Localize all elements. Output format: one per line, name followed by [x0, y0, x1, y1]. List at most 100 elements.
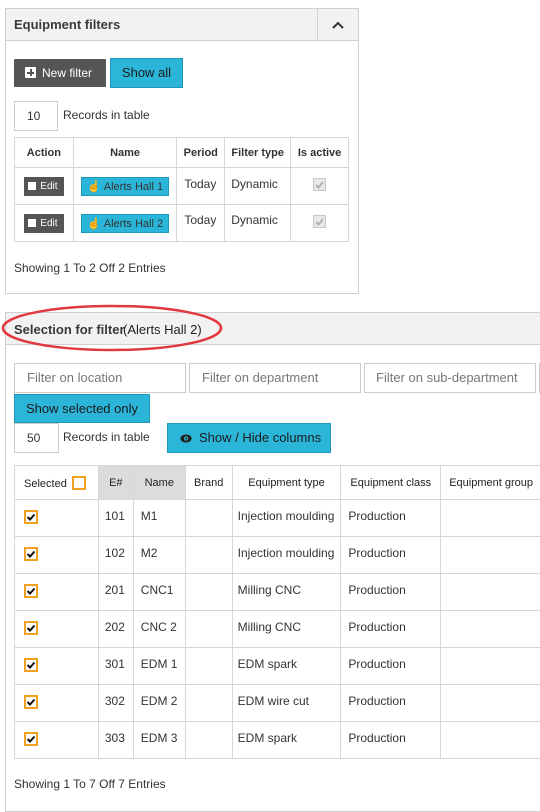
equipment-table: Selected E# Name Brand Equipment type Eq… [14, 465, 540, 759]
check-icon [26, 513, 36, 521]
col-equipment-class: Equipment class [340, 465, 442, 500]
col-selected: Selected [14, 465, 99, 500]
collapse-toggle[interactable] [317, 9, 358, 40]
selection-panel: Selection for filter (Alerts Hall 2) Fil… [5, 312, 540, 812]
check-icon [26, 550, 36, 558]
col-equipment-group: Equipment group [440, 465, 540, 500]
row-selected-checkbox[interactable] [24, 731, 38, 746]
edit-icon [28, 181, 37, 190]
row-selected-checkbox[interactable] [24, 620, 38, 635]
hand-pointer-icon: ☝ [87, 217, 101, 230]
eye-icon [180, 434, 192, 443]
is-active-checkbox[interactable] [313, 215, 327, 228]
row-selected-checkbox[interactable] [24, 509, 38, 524]
group-cell [440, 684, 540, 722]
show-hide-columns-button[interactable]: Show / Hide columns [167, 423, 331, 453]
equipment-filters-panel: Equipment filters New filter Show all 10… [5, 8, 359, 294]
edit-button[interactable]: Edit [24, 176, 64, 196]
edit-icon [28, 218, 37, 227]
col-name: Name [132, 465, 186, 500]
type-cell: Injection moulding [231, 536, 342, 574]
table-row: 201 CNC1 Milling CNC Production [14, 573, 540, 611]
selection-records-label: Records in table [63, 430, 150, 444]
table-row: 202 CNC 2 Milling CNC Production [14, 610, 540, 648]
type-cell: Milling CNC [231, 573, 342, 611]
col-filter-type: Filter type [224, 137, 292, 168]
table-row: Edit ☝ Alerts Hall 1 Today Dynamic [14, 167, 349, 205]
check-icon [26, 661, 36, 669]
col-action: Action [14, 137, 74, 168]
type-cell: Milling CNC [231, 610, 342, 648]
class-cell: Production [340, 684, 442, 722]
check-icon [315, 181, 324, 189]
highlight-ellipse [1, 304, 223, 352]
brand-cell [184, 721, 233, 759]
new-filter-label: New filter [42, 66, 93, 80]
class-cell: Production [340, 499, 442, 537]
records-per-page-label: Records in table [63, 108, 150, 122]
type-cell: Injection moulding [231, 499, 342, 537]
location-filter-input[interactable]: Filter on location [14, 363, 186, 393]
selection-records-value: 50 [27, 431, 41, 445]
row-selected-checkbox[interactable] [24, 583, 38, 598]
e-number-cell: 303 [97, 721, 134, 759]
class-cell: Production [340, 573, 442, 611]
e-number-cell: 202 [97, 610, 134, 648]
period-cell: Today [176, 204, 226, 242]
filters-table-footer: Showing 1 To 2 Off 2 Entries [14, 261, 166, 275]
edit-button[interactable]: Edit [24, 213, 64, 233]
selection-records-input[interactable]: 50 [14, 423, 59, 453]
e-number-cell: 301 [97, 647, 134, 685]
chevron-up-icon [332, 21, 344, 29]
type-cell: EDM spark [231, 647, 342, 685]
records-per-page-input[interactable]: 10 [14, 101, 58, 131]
select-all-checkbox[interactable] [71, 475, 86, 490]
filter-name-button[interactable]: ☝ Alerts Hall 1 [81, 176, 170, 196]
group-cell [440, 499, 540, 537]
subdepartment-filter-input[interactable]: Filter on sub-department [364, 363, 536, 393]
check-icon [26, 698, 36, 706]
show-selected-only-label: Show selected only [25, 401, 138, 416]
filter-name-button[interactable]: ☝ Alerts Hall 2 [81, 213, 170, 233]
show-all-button[interactable]: Show all [110, 58, 183, 88]
hand-pointer-icon: ☝ [87, 180, 101, 193]
e-number-cell: 102 [97, 536, 134, 574]
records-per-page-value: 10 [27, 109, 41, 123]
col-e-number: E# [97, 465, 134, 500]
col-period: Period [176, 137, 226, 168]
col-equipment-type: Equipment type [231, 465, 342, 500]
check-icon [315, 218, 324, 226]
equipment-table-footer: Showing 1 To 7 Off 7 Entries [14, 777, 166, 791]
e-number-cell: 302 [97, 684, 134, 722]
group-cell [440, 536, 540, 574]
new-filter-button[interactable]: New filter [14, 59, 106, 87]
e-number-cell: 101 [97, 499, 134, 537]
filters-table: Action Name Period Filter type Is active… [14, 137, 349, 242]
filter-type-cell: Dynamic [224, 204, 292, 242]
col-name: Name [72, 137, 178, 168]
e-number-cell: 201 [97, 573, 134, 611]
name-cell: M1 [132, 499, 186, 537]
brand-cell [184, 610, 233, 648]
group-cell [440, 721, 540, 759]
brand-cell [184, 647, 233, 685]
row-selected-checkbox[interactable] [24, 657, 38, 672]
table-row: 301 EDM 1 EDM spark Production [14, 647, 540, 685]
brand-cell [184, 536, 233, 574]
is-active-checkbox[interactable] [313, 178, 327, 191]
class-cell: Production [340, 610, 442, 648]
department-filter-placeholder: Filter on department [202, 370, 319, 385]
row-selected-checkbox[interactable] [24, 546, 38, 561]
brand-cell [184, 573, 233, 611]
row-selected-checkbox[interactable] [24, 694, 38, 709]
period-cell: Today [176, 167, 226, 205]
table-row: 101 M1 Injection moulding Production [14, 499, 540, 537]
check-icon [26, 624, 36, 632]
department-filter-input[interactable]: Filter on department [189, 363, 361, 393]
equipment-filters-title: Equipment filters [14, 17, 121, 32]
check-icon [26, 587, 36, 595]
class-cell: Production [340, 536, 442, 574]
name-cell: CNC 2 [132, 610, 186, 648]
plus-icon [25, 67, 36, 78]
show-selected-only-button[interactable]: Show selected only [14, 394, 150, 423]
